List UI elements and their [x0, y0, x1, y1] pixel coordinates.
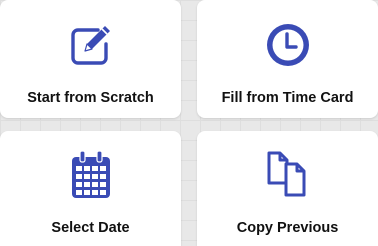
edit-pencil-icon — [70, 26, 110, 65]
tile-label: Copy Previous — [236, 220, 339, 236]
clock-icon — [266, 24, 309, 66]
start-from-scratch-button[interactable]: Start from Scratch — [0, 0, 181, 118]
copy-previous-button[interactable]: Copy Previous — [197, 131, 378, 246]
tile-label: Start from Scratch — [27, 90, 154, 106]
select-date-button[interactable]: Select Date — [0, 131, 181, 246]
fill-from-time-card-button[interactable]: Fill from Time Card — [197, 0, 378, 118]
tile-label: Select Date — [51, 220, 130, 236]
calendar-icon — [71, 150, 110, 198]
copy-documents-icon — [267, 151, 305, 197]
tile-label: Fill from Time Card — [221, 90, 354, 106]
